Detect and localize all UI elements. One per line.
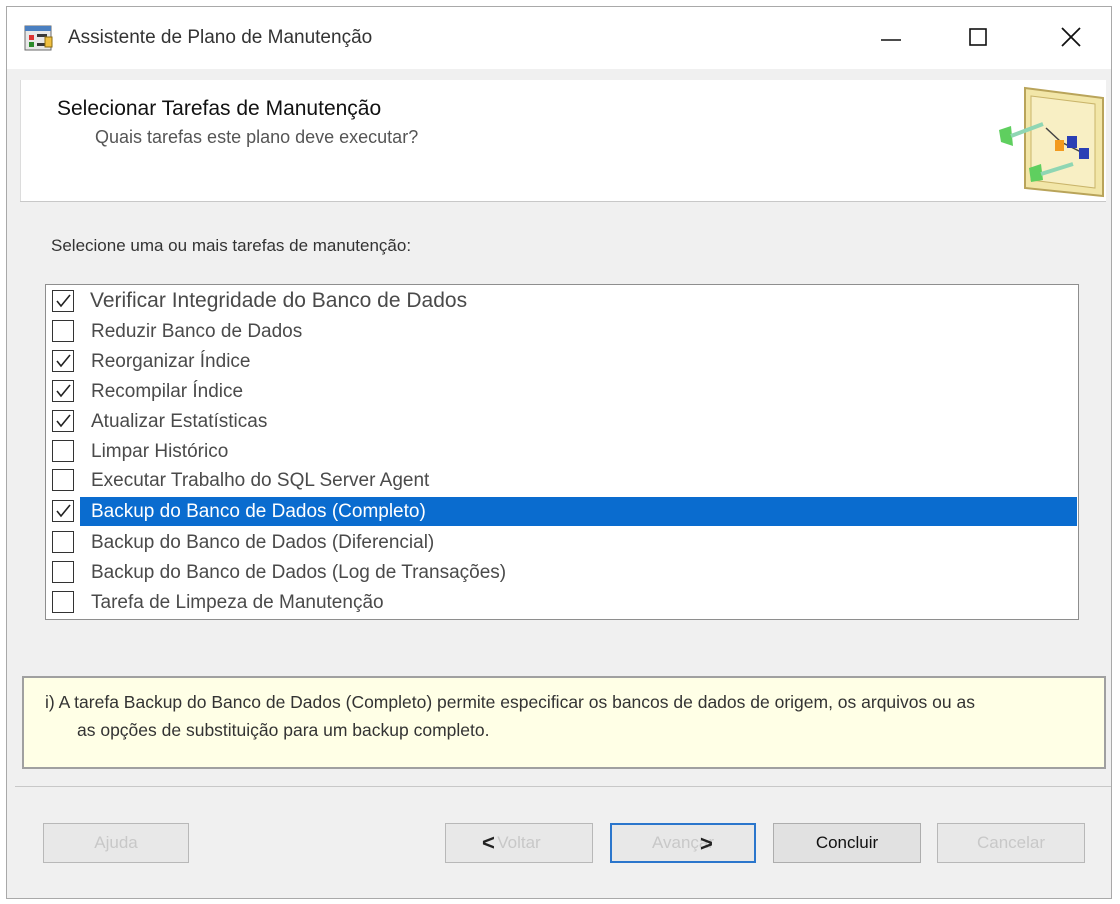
task-label: Backup do Banco de Dados (Log de Transaç…: [91, 562, 507, 583]
checkmark-icon: [56, 354, 71, 368]
minimize-button[interactable]: [871, 21, 911, 55]
close-button[interactable]: [1051, 21, 1091, 55]
description-line-1: i) A tarefa Backup do Banco de Dados (Co…: [45, 692, 975, 712]
close-icon: [1061, 27, 1081, 47]
instruction-label: Selecione uma ou mais tarefas de manuten…: [51, 236, 412, 255]
page-title: Selecionar Tarefas de Manutenção: [57, 97, 382, 120]
task-item-backup-full[interactable]: Backup do Banco de Dados (Completo): [46, 497, 1078, 527]
task-label: Atualizar Estatísticas: [91, 411, 268, 432]
window-title: Assistente de Plano de Manutenção: [68, 27, 373, 48]
checkbox-unchecked[interactable]: [52, 561, 74, 583]
task-label: Tarefa de Limpeza de Manutenção: [91, 592, 384, 613]
help-button[interactable]: Ajuda: [43, 823, 189, 863]
back-button[interactable]: < Voltar: [445, 823, 593, 863]
finish-button[interactable]: Concluir: [773, 823, 921, 863]
page-subtitle: Quais tarefas este plano deve executar?: [95, 127, 419, 147]
wizard-window: Assistente de Plano de Manutenção Seleci…: [6, 6, 1112, 899]
task-item-cleanup[interactable]: Tarefa de Limpeza de Manutenção: [46, 588, 1078, 618]
task-label: Recompilar Índice: [91, 381, 244, 402]
checkbox-checked[interactable]: [52, 410, 74, 432]
task-label: Reorganizar Índice: [91, 351, 251, 372]
task-item-backup-log[interactable]: Backup do Banco de Dados (Log de Transaç…: [46, 558, 1078, 588]
chevron-right-icon: >: [700, 831, 713, 856]
checkbox-checked[interactable]: [52, 380, 74, 402]
checkbox-checked[interactable]: [52, 290, 74, 312]
checkbox-unchecked[interactable]: [52, 591, 74, 613]
task-item-reorganize-index[interactable]: Reorganizar Índice: [46, 347, 1078, 377]
checkmark-icon: [56, 384, 71, 398]
cancel-button[interactable]: Cancelar: [937, 823, 1085, 863]
maintenance-plan-icon: [23, 23, 55, 53]
checkmark-icon: [56, 294, 71, 308]
task-item-update-statistics[interactable]: Atualizar Estatísticas: [46, 407, 1078, 437]
task-description: i) A tarefa Backup do Banco de Dados (Co…: [45, 688, 1105, 744]
task-label: Limpar Histórico: [91, 441, 229, 462]
task-label: Verificar Integridade do Banco de Dados: [90, 289, 468, 312]
task-item-shrink-db[interactable]: Reduzir Banco de Dados: [46, 317, 1078, 347]
checkbox-unchecked[interactable]: [52, 440, 74, 462]
description-line-2: as opções de substituição para um backup…: [77, 720, 490, 740]
checkmark-icon: [56, 504, 71, 518]
task-label: Backup do Banco de Dados (Completo): [91, 501, 426, 522]
chevron-left-icon: <: [482, 830, 495, 855]
task-item-verify-integrity[interactable]: Verificar Integridade do Banco de Dados: [46, 287, 1078, 317]
back-label: Voltar: [497, 833, 541, 852]
wizard-flowchart-icon: [991, 84, 1107, 200]
minimize-icon: [881, 39, 901, 41]
checkbox-unchecked[interactable]: [52, 320, 74, 342]
checkbox-unchecked[interactable]: [52, 469, 74, 491]
task-item-rebuild-index[interactable]: Recompilar Índice: [46, 377, 1078, 407]
task-item-agent-job[interactable]: Executar Trabalho do SQL Server Agent: [46, 466, 1078, 496]
wizard-header: Selecionar Tarefas de Manutenção Quais t…: [20, 80, 1106, 202]
checkmark-icon: [56, 414, 71, 428]
task-label: Reduzir Banco de Dados: [91, 321, 303, 342]
task-item-clean-history[interactable]: Limpar Histórico: [46, 437, 1078, 467]
checkbox-unchecked[interactable]: [52, 531, 74, 553]
next-button[interactable]: Avançar >: [610, 823, 756, 863]
checkbox-checked[interactable]: [52, 350, 74, 372]
maximize-icon: [969, 28, 987, 46]
task-description-panel: i) A tarefa Backup do Banco de Dados (Co…: [22, 676, 1106, 769]
task-checklist[interactable]: Verificar Integridade do Banco de Dados …: [45, 284, 1079, 620]
header-divider: [20, 201, 1105, 202]
task-item-backup-differential[interactable]: Backup do Banco de Dados (Diferencial): [46, 528, 1078, 558]
title-bar[interactable]: Assistente de Plano de Manutenção: [7, 7, 1111, 69]
footer-divider: [15, 786, 1111, 787]
checkbox-checked[interactable]: [52, 500, 74, 522]
task-label: Executar Trabalho do SQL Server Agent: [91, 470, 430, 491]
maximize-button[interactable]: [959, 21, 999, 55]
task-label: Backup do Banco de Dados (Diferencial): [91, 532, 435, 553]
